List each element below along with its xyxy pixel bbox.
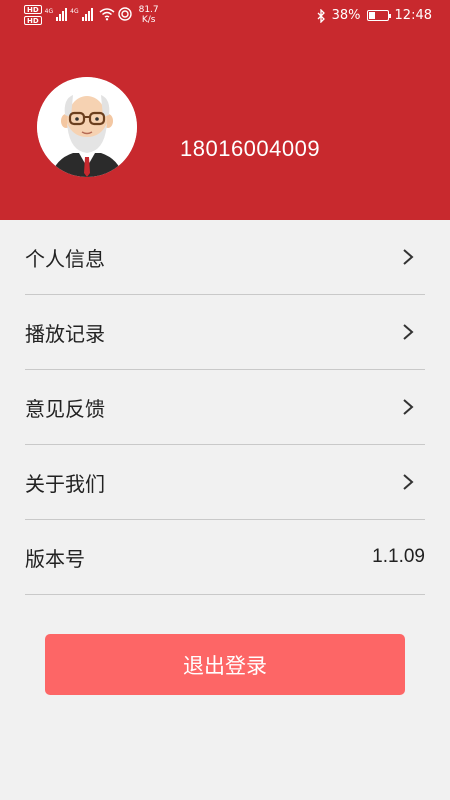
menu-item-play-history[interactable]: 播放记录 <box>25 295 425 370</box>
old-man-avatar-icon <box>37 77 137 177</box>
logout-button[interactable]: 退出登录 <box>45 634 405 695</box>
hotspot-icon <box>117 7 132 21</box>
menu-item-label: 个人信息 <box>25 246 105 271</box>
settings-menu: 个人信息 播放记录 意见反馈 关于我们 版本号 1.1.09 <box>0 220 450 595</box>
signal-icon <box>56 7 68 21</box>
menu-item-label: 关于我们 <box>25 471 105 496</box>
bluetooth-icon <box>317 8 325 23</box>
chevron-right-icon <box>403 324 414 340</box>
status-right: 38% 12:48 <box>317 8 432 23</box>
network-type: 4G <box>44 8 54 15</box>
menu-item-label: 播放记录 <box>25 321 105 346</box>
chevron-right-icon <box>403 474 414 490</box>
hd-badge: HD <box>24 16 42 25</box>
menu-item-feedback[interactable]: 意见反馈 <box>25 370 425 445</box>
menu-item-about-us[interactable]: 关于我们 <box>25 445 425 520</box>
profile-header: HD HD 4G 4G 81.7 K/s 38% 12:48 180160040… <box>0 0 450 220</box>
status-bar: HD HD 4G 4G 81.7 K/s 38% 12:48 <box>0 0 450 34</box>
clock: 12:48 <box>394 8 432 23</box>
hd-badge: HD <box>24 5 42 14</box>
version-label: 版本号 <box>25 546 85 571</box>
chevron-right-icon <box>403 399 414 415</box>
avatar[interactable] <box>37 77 137 177</box>
version-row: 版本号 1.1.09 <box>25 520 425 595</box>
signal-icon <box>81 7 93 21</box>
version-value: 1.1.09 <box>372 546 425 567</box>
battery-percent: 38% <box>331 8 361 23</box>
wifi-icon <box>99 8 115 21</box>
menu-item-label: 意见反馈 <box>25 396 105 421</box>
menu-item-personal-info[interactable]: 个人信息 <box>25 220 425 295</box>
phone-number: 18016004009 <box>180 136 321 161</box>
status-left: HD HD 4G 4G 81.7 K/s <box>24 5 159 25</box>
network-speed: 81.7 K/s <box>138 5 159 25</box>
network-type: 4G <box>70 8 79 15</box>
chevron-right-icon <box>403 249 414 265</box>
battery-icon <box>366 10 391 21</box>
